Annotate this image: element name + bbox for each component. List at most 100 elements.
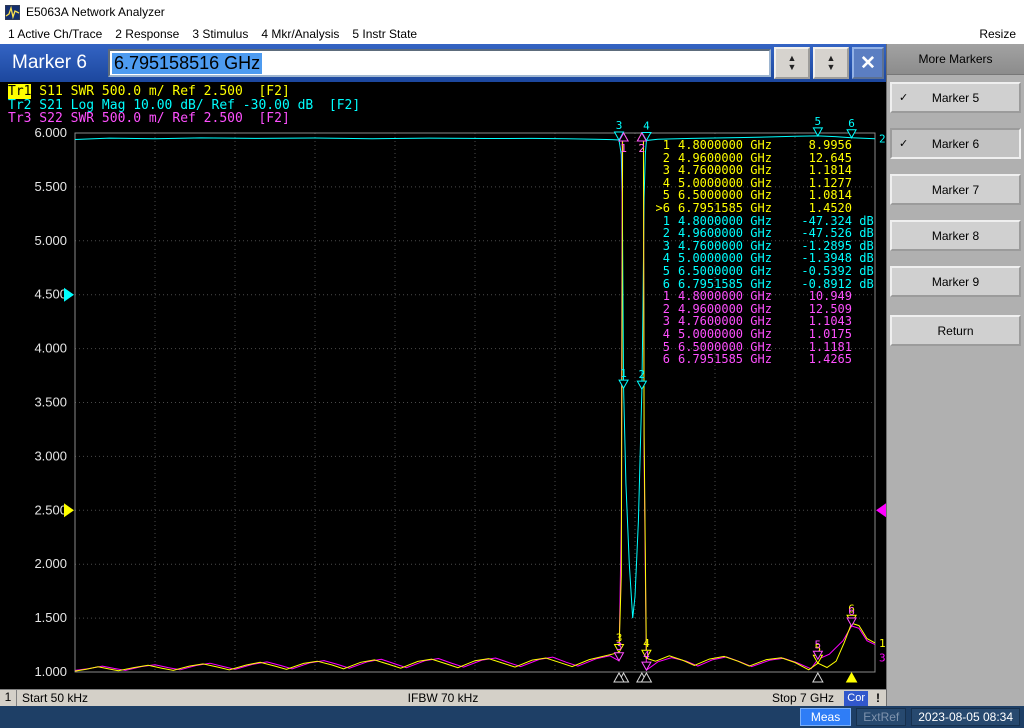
trace-format-label: S22 SWR 500.0 m/ Ref 2.500	[31, 111, 251, 126]
marker-readout-table: 1 4.8000000 GHz 8.9956 2 4.9600000 GHz 12.645…	[652, 139, 876, 366]
y-axis-tick: 5.500	[34, 179, 67, 194]
y-axis-tick: 4.500	[34, 287, 67, 302]
trace-number-label: 3	[879, 652, 886, 665]
y-axis-tick: 2.000	[34, 556, 67, 571]
marker-number-label: 4	[643, 649, 650, 662]
ref-level-indicator-tr2	[64, 287, 74, 302]
title-bar: E5063A Network Analyzer	[0, 0, 1024, 24]
marker-readout-tr2-m2: 2 4.9600000 GHz -47.526 dB	[662, 226, 874, 241]
channel-window: Marker 6 6.795158516 GHz ▲ ▼ ▲ ▼ ✕ Tr1 S11…	[0, 44, 886, 706]
marker-readout-tr3-m6: 6 6.7951585 GHz 1.4265	[662, 352, 852, 367]
sweep-start-label: Start 50 kHz	[22, 691, 89, 705]
softkey-label: Marker 7	[931, 182, 980, 197]
return-button[interactable]: Return	[890, 315, 1021, 346]
marker-number-label: 4	[643, 120, 650, 133]
trace-legend-tr2[interactable]: Tr2 S21 Log Mag 10.00 dB/ Ref -30.00 dB …	[8, 97, 361, 113]
step-spinner-fine[interactable]: ▲ ▼	[813, 47, 849, 79]
softkey-marker-9[interactable]: Marker 9	[890, 266, 1021, 297]
content-row: Marker 6 6.795158516 GHz ▲ ▼ ▲ ▼ ✕ Tr1 S11…	[0, 44, 1024, 706]
down-arrow-icon: ▼	[787, 62, 797, 72]
stimulus-marker-5-icon[interactable]	[812, 671, 824, 683]
ref-level-indicator-tr1	[64, 503, 74, 518]
menu-item-active-ch-trace[interactable]: 1 Active Ch/Trace	[8, 27, 102, 41]
marker-entry-label: Marker 6	[12, 52, 87, 73]
trace-legend: Tr1 S11 SWR 500.0 m/ Ref 2.500 [F2] Tr2 S…	[8, 84, 361, 126]
softkey-marker-7[interactable]: Marker 7	[890, 174, 1021, 205]
marker-number-label: 2	[639, 368, 646, 381]
plot-area: Tr1 S11 SWR 500.0 m/ Ref 2.500 [F2] Tr2 S…	[0, 82, 886, 689]
sweep-stop-label: Stop 7 GHz	[771, 691, 834, 705]
softkey-buttons: ✓ Marker 5 ✓ Marker 6 Marker 7 Marker 8 Marker…	[887, 75, 1024, 297]
y-axis-tick: 6.000	[34, 125, 67, 140]
marker-number-label: 5	[815, 115, 822, 128]
marker-number-label: 6	[848, 117, 855, 130]
warning-indicator: !	[876, 691, 880, 705]
softkey-marker-6[interactable]: ✓ Marker 6	[890, 128, 1021, 159]
marker-frequency-input[interactable]: 6.795158516 GHz	[108, 49, 771, 77]
marker-entry-bar: Marker 6 6.795158516 GHz ▲ ▼ ▲ ▼ ✕	[0, 44, 886, 82]
marker-5-tr2-icon[interactable]	[812, 127, 824, 137]
trace-status-label: [F2]	[250, 111, 290, 126]
menu-item-instr-state[interactable]: 5 Instr State	[352, 27, 417, 41]
trace-number-label: 2	[879, 133, 886, 146]
marker-readout-tr2-m5: 5 6.5000000 GHz -0.5392 dB	[662, 263, 874, 278]
softkey-label: Marker 6	[931, 136, 980, 151]
marker-readout-tr3-m1: 1 4.8000000 GHz 10.949	[662, 289, 852, 304]
close-entry-button[interactable]: ✕	[852, 47, 884, 79]
softkey-marker-8[interactable]: Marker 8	[890, 220, 1021, 251]
y-axis-tick: 3.000	[34, 448, 67, 463]
marker-readout-tr1-m6: >6 6.7951585 GHz 1.4520	[655, 200, 852, 215]
application-window: E5063A Network Analyzer 1 Active Ch/Trac…	[0, 0, 1024, 728]
marker-number-label: 1	[620, 367, 627, 380]
y-axis-tick: 2.500	[34, 502, 67, 517]
trace-status-label: [F2]	[321, 97, 361, 113]
trace-id-badge: Tr3	[8, 111, 32, 126]
marker-4-tr3-icon[interactable]	[641, 661, 652, 672]
softkey-menu-title: More Markers	[887, 44, 1024, 75]
marker-number-label: 2	[639, 142, 646, 155]
channel-number: 1	[0, 690, 17, 706]
softkey-label: Marker 8	[931, 228, 980, 243]
softkey-label: Marker 5	[931, 90, 980, 105]
window-title: E5063A Network Analyzer	[26, 5, 165, 19]
y-axis-tick: 4.000	[34, 341, 67, 356]
check-icon: ✓	[899, 92, 909, 104]
menu-item-mkr-analysis[interactable]: 4 Mkr/Analysis	[261, 27, 339, 41]
step-spinner-coarse[interactable]: ▲ ▼	[774, 47, 810, 79]
measurement-status-badge: Meas	[799, 708, 852, 726]
instrument-status-bar: Meas ExtRef 2023-08-05 08:34	[0, 706, 1024, 728]
resize-control[interactable]: Resize	[979, 27, 1016, 41]
y-axis-tick: 5.000	[34, 233, 67, 248]
marker-readout-tr1-m3: 3 4.7600000 GHz 1.1814	[662, 163, 852, 178]
marker-2-tr2-icon[interactable]	[636, 380, 648, 391]
correction-status-badge: Cor	[844, 691, 868, 706]
marker-number-label: 6	[848, 605, 855, 618]
menu-items: 1 Active Ch/Trace 2 Response 3 Stimulus 4 M…	[8, 27, 417, 41]
marker-1-tr2-icon[interactable]	[618, 379, 629, 390]
menu-item-stimulus[interactable]: 3 Stimulus	[192, 27, 248, 41]
marker-number-label: 3	[616, 119, 623, 132]
marker-6-tr2-icon[interactable]	[846, 129, 857, 139]
softkey-marker-5[interactable]: ✓ Marker 5	[890, 82, 1021, 113]
marker-number-label: 1	[620, 142, 627, 155]
menu-item-response[interactable]: 2 Response	[115, 27, 179, 41]
ref-level-indicator-tr3	[876, 503, 886, 518]
marker-frequency-value: 6.795158516 GHz	[112, 52, 263, 74]
external-reference-status: ExtRef	[856, 708, 907, 726]
y-axis-tick: 3.500	[34, 395, 67, 410]
date-time: 2023-08-05 08:34	[911, 708, 1020, 726]
down-arrow-icon: ▼	[826, 62, 836, 72]
marker-readout-tr3-m4: 4 5.0000000 GHz 1.0175	[662, 326, 852, 341]
softkey-label: Marker 9	[931, 274, 980, 289]
stimulus-marker-6-icon[interactable]	[845, 671, 858, 683]
channel-status-strip: 1 Start 50 kHz IFBW 70 kHz Stop 7 GHz Co…	[0, 689, 886, 706]
check-icon: ✓	[899, 138, 909, 150]
menu-bar: 1 Active Ch/Trace 2 Response 3 Stimulus 4 M…	[0, 24, 1024, 44]
y-axis-tick: 1.500	[34, 610, 67, 625]
marker-readout-tr1-m1: 1 4.8000000 GHz 8.9956	[662, 138, 852, 152]
close-icon: ✕	[860, 52, 876, 74]
marker-number-label: 3	[616, 640, 623, 653]
marker-6-tr3-icon[interactable]	[846, 617, 857, 628]
trace-legend-tr3[interactable]: Tr3 S22 SWR 500.0 m/ Ref 2.500 [F2]	[8, 112, 360, 126]
trace-legend-tr1[interactable]: Tr1 S11 SWR 500.0 m/ Ref 2.500 [F2]	[8, 84, 360, 99]
